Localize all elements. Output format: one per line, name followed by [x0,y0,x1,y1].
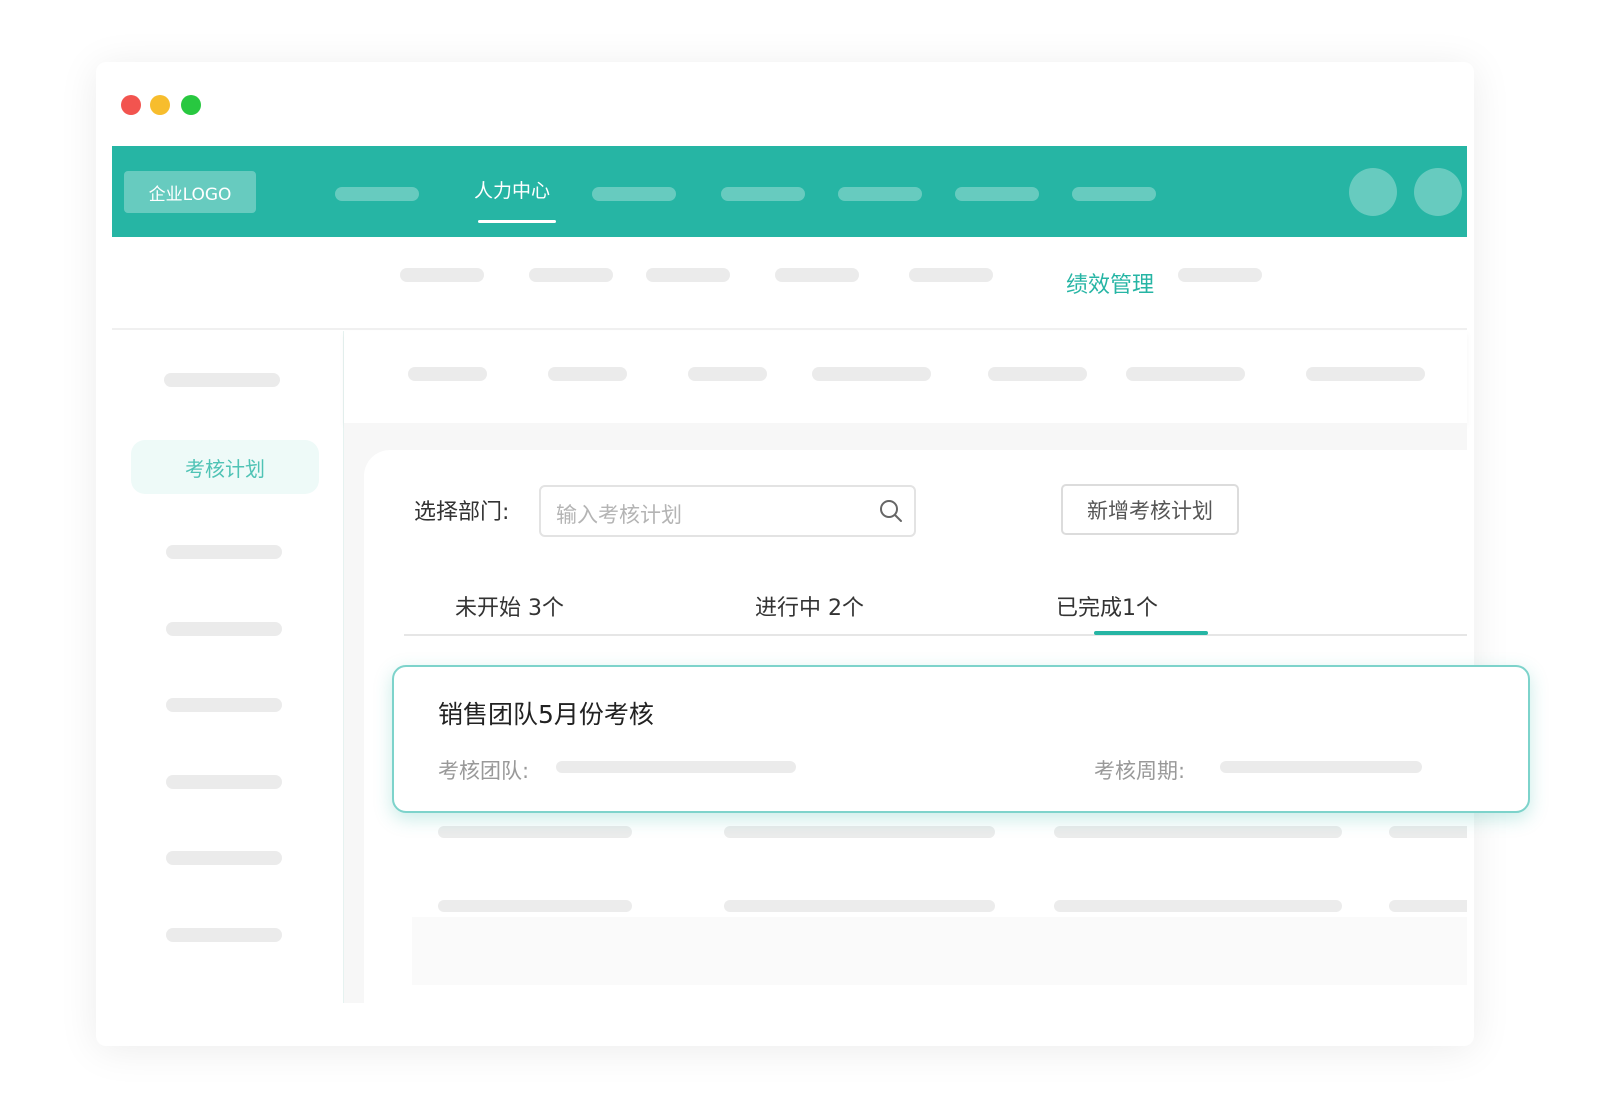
period-value-placeholder [1220,761,1422,773]
table-cell-placeholder [1054,900,1342,912]
company-logo[interactable]: 企业LOGO [124,171,256,213]
top-nav-bar: 企业LOGO 人力中心 [112,146,1467,237]
nav-item-placeholder[interactable] [721,187,805,201]
subnav-item-placeholder[interactable] [909,268,993,282]
subnav-item-placeholder[interactable] [775,268,859,282]
avatar[interactable] [1349,168,1397,216]
table-cell-placeholder [1389,900,1467,912]
department-label: 选择部门: [414,500,510,525]
sidebar-item-placeholder[interactable] [166,622,282,636]
subnav-item-active[interactable]: 绩效管理 [1066,267,1154,299]
nav-active-indicator [478,220,556,223]
minimize-window-button[interactable] [150,95,170,115]
subnav-item-placeholder[interactable] [529,268,613,282]
team-label: 考核团队: [438,759,530,783]
plan-card-title: 销售团队5月份考核 [438,700,654,729]
tab-not-started[interactable]: 未开始 3个 [455,590,564,622]
status-tabs: 未开始 3个 进行中 2个 已完成1个 [404,570,1467,636]
nav-item-placeholder[interactable] [838,187,922,201]
tab-completed[interactable]: 已完成1个 [1056,590,1158,622]
sidebar-item-placeholder[interactable] [166,698,282,712]
tab-in-progress[interactable]: 进行中 2个 [755,590,864,622]
maximize-window-button[interactable] [181,95,201,115]
table-cell-placeholder [724,826,995,838]
avatar[interactable] [1414,168,1462,216]
sub-nav-bar: 绩效管理 [112,237,1467,330]
subnav-item-placeholder[interactable] [400,268,484,282]
sidebar-item-placeholder[interactable] [164,373,280,387]
sidebar: 考核计划 [112,331,344,1003]
nav-item-placeholder[interactable] [335,187,419,201]
nav-item-placeholder[interactable] [592,187,676,201]
table-row[interactable] [412,917,1467,985]
sidebar-item-placeholder[interactable] [166,851,282,865]
content-tab-placeholder[interactable] [688,367,767,381]
subnav-item-placeholder[interactable] [646,268,730,282]
content-header [344,331,1467,423]
content-tab-placeholder[interactable] [1306,367,1425,381]
nav-item-placeholder[interactable] [955,187,1039,201]
table-cell-placeholder [724,900,995,912]
sidebar-item-active[interactable]: 考核计划 [131,440,319,494]
table-cell-placeholder [438,826,632,838]
tab-active-indicator [1094,631,1208,635]
plan-search-input[interactable]: 输入考核计划 [539,485,916,537]
content-tab-placeholder[interactable] [812,367,931,381]
table-cell-placeholder [438,900,632,912]
table-cell-placeholder [1054,826,1342,838]
content-tab-placeholder[interactable] [988,367,1087,381]
search-placeholder: 输入考核计划 [556,503,682,527]
search-icon[interactable] [878,498,904,524]
plan-card[interactable]: 销售团队5月份考核 考核团队: 考核周期: [392,665,1530,813]
team-value-placeholder [556,761,796,773]
close-window-button[interactable] [121,95,141,115]
table-cell-placeholder [1389,826,1467,838]
sidebar-item-placeholder[interactable] [166,545,282,559]
nav-item-active[interactable]: 人力中心 [474,176,550,203]
content-tab-placeholder[interactable] [1126,367,1245,381]
period-label: 考核周期: [1094,759,1186,783]
content-tab-placeholder[interactable] [548,367,627,381]
sidebar-item-placeholder[interactable] [166,775,282,789]
sidebar-item-placeholder[interactable] [166,928,282,942]
content-tab-placeholder[interactable] [408,367,487,381]
subnav-item-placeholder[interactable] [1178,268,1262,282]
add-plan-button[interactable]: 新增考核计划 [1061,484,1239,535]
nav-item-placeholder[interactable] [1072,187,1156,201]
